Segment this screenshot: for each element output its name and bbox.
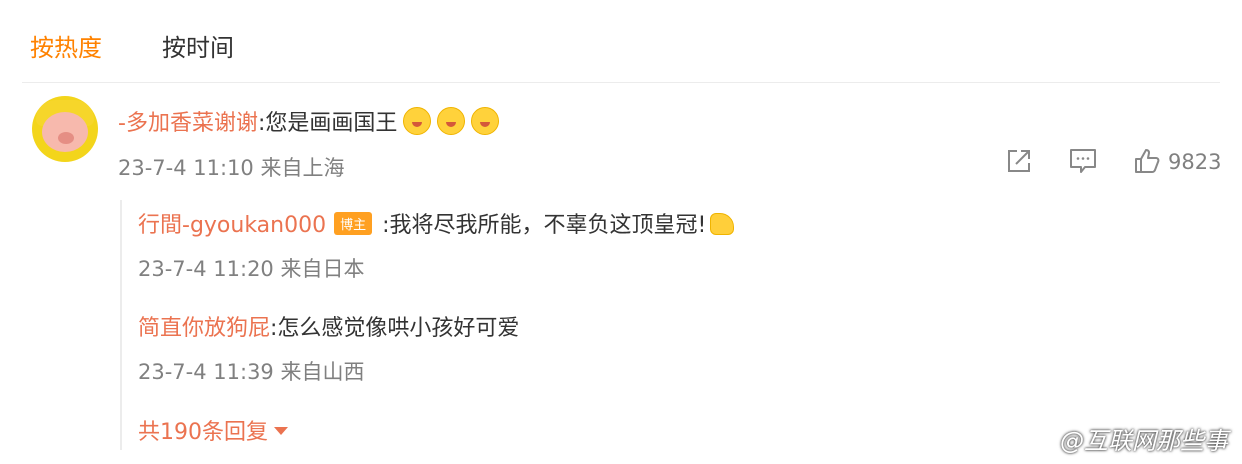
reply-meta: 23-7-4 11:39 来自山西 (138, 360, 365, 384)
sort-tabs: 按热度 按时间 (30, 28, 234, 63)
comment-line: -多加香菜谢谢:您是画画国王 (118, 105, 500, 137)
share-button[interactable] (1004, 146, 1034, 180)
comment-icon (1070, 149, 1096, 173)
reply-text: :我将尽我所能，不辜负这顶皇冠! (382, 213, 707, 238)
comment-button[interactable] (1068, 146, 1098, 180)
author-badge: 博主 (334, 212, 373, 235)
comment-username[interactable]: -多加香菜谢谢 (118, 111, 258, 136)
kiss-emoji-icon (403, 107, 432, 135)
tab-time[interactable]: 按时间 (162, 28, 234, 63)
like-button[interactable] (1132, 146, 1162, 180)
more-replies-link[interactable]: 共190条回复 (138, 414, 288, 446)
comment-text: :您是画画国王 (257, 111, 398, 136)
tab-hot[interactable]: 按热度 (30, 28, 102, 63)
caret-down-icon (274, 427, 288, 435)
reply-text: :怎么感觉像哄小孩好可爱 (270, 316, 520, 341)
watermark: @互联网那些事 (1060, 427, 1228, 455)
kiss-emoji-icon (471, 107, 500, 135)
avatar[interactable] (32, 96, 98, 162)
more-replies-label: 共190条回复 (138, 420, 268, 445)
reply-line: 行間-gyoukan000 博主 :我将尽我所能，不辜负这顶皇冠! (138, 207, 735, 239)
reply-meta: 23-7-4 11:20 来自日本 (138, 257, 365, 281)
muscle-emoji-icon (710, 213, 735, 235)
share-icon (1008, 150, 1030, 172)
like-icon (1135, 149, 1160, 173)
reply-thread-bar (120, 200, 122, 450)
divider (22, 82, 1220, 83)
reply-username[interactable]: 行間-gyoukan000 (138, 213, 326, 238)
like-count: 9823 (1168, 150, 1222, 174)
reply-username[interactable]: 简直你放狗屁 (138, 316, 270, 341)
kiss-emoji-icon (437, 107, 466, 135)
comment-actions: 9823 (1000, 146, 1230, 180)
comment-meta: 23-7-4 11:10 来自上海 (118, 156, 345, 180)
reply-line: 简直你放狗屁:怎么感觉像哄小孩好可爱 (138, 310, 519, 342)
